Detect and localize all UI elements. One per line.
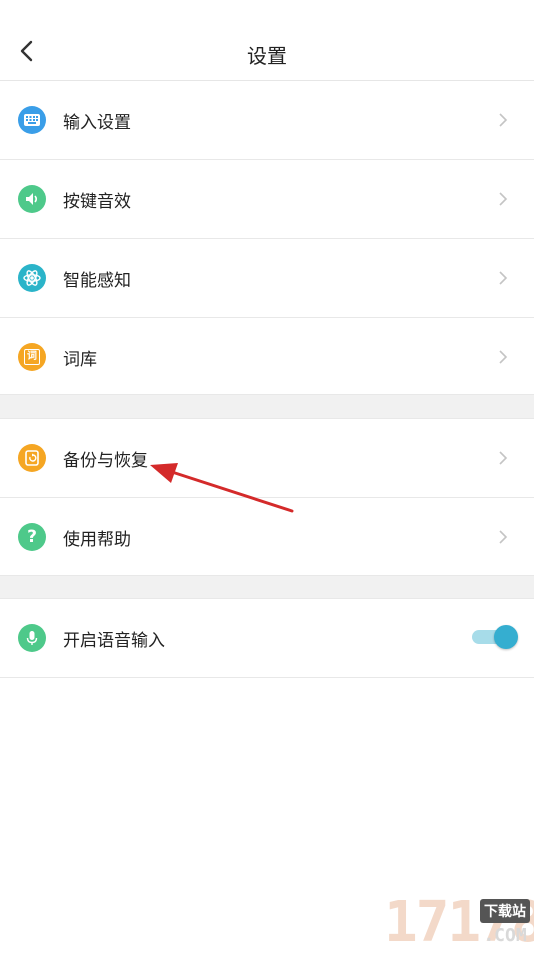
chevron-right-icon (499, 350, 508, 364)
keyboard-icon (18, 106, 46, 134)
settings-item-voice-input: 开启语音输入 (0, 599, 534, 678)
settings-item-lexicon[interactable]: 词 词库 (0, 318, 534, 397)
settings-item-label: 使用帮助 (63, 529, 131, 550)
voice-input-toggle[interactable] (472, 624, 518, 650)
toggle-knob (494, 625, 518, 649)
settings-item-label: 智能感知 (63, 270, 131, 291)
settings-item-input-settings[interactable]: 输入设置 (0, 81, 534, 160)
page-title: 设置 (247, 44, 287, 68)
chevron-right-icon (499, 113, 508, 127)
help-icon: ? (18, 523, 46, 551)
settings-item-label: 按键音效 (63, 191, 131, 212)
watermark-side: 下载站 .COM (480, 899, 530, 946)
dictionary-glyph: 词 (27, 351, 37, 362)
help-glyph: ? (27, 526, 37, 547)
settings-item-key-sound[interactable]: 按键音效 (0, 160, 534, 239)
settings-item-label: 开启语音输入 (63, 630, 165, 651)
dictionary-icon: 词 (18, 343, 46, 371)
section-divider (0, 575, 534, 599)
settings-item-label: 输入设置 (63, 112, 131, 133)
settings-item-label: 备份与恢复 (63, 450, 148, 471)
speaker-icon (18, 185, 46, 213)
settings-group-voice: 开启语音输入 (0, 599, 534, 678)
microphone-icon (18, 624, 46, 652)
backup-icon (18, 444, 46, 472)
header-bar: 设置 (0, 0, 534, 81)
watermark-badge: 下载站 (480, 899, 530, 923)
chevron-right-icon (499, 192, 508, 206)
chevron-right-icon (499, 530, 508, 544)
settings-group-data: 备份与恢复 ? 使用帮助 (0, 419, 534, 577)
settings-item-backup-restore[interactable]: 备份与恢复 (0, 419, 534, 498)
settings-item-label: 词库 (63, 349, 97, 370)
section-divider (0, 394, 534, 419)
atom-icon (18, 264, 46, 292)
settings-item-help[interactable]: ? 使用帮助 (0, 498, 534, 577)
settings-group-main: 输入设置 按键音效 智能感知 词 词库 (0, 81, 534, 397)
chevron-right-icon (499, 451, 508, 465)
chevron-right-icon (499, 271, 508, 285)
watermark-domain: .COM (483, 925, 527, 946)
watermark: 17178 下载站 .COM (304, 888, 534, 951)
settings-item-smart-sense[interactable]: 智能感知 (0, 239, 534, 318)
